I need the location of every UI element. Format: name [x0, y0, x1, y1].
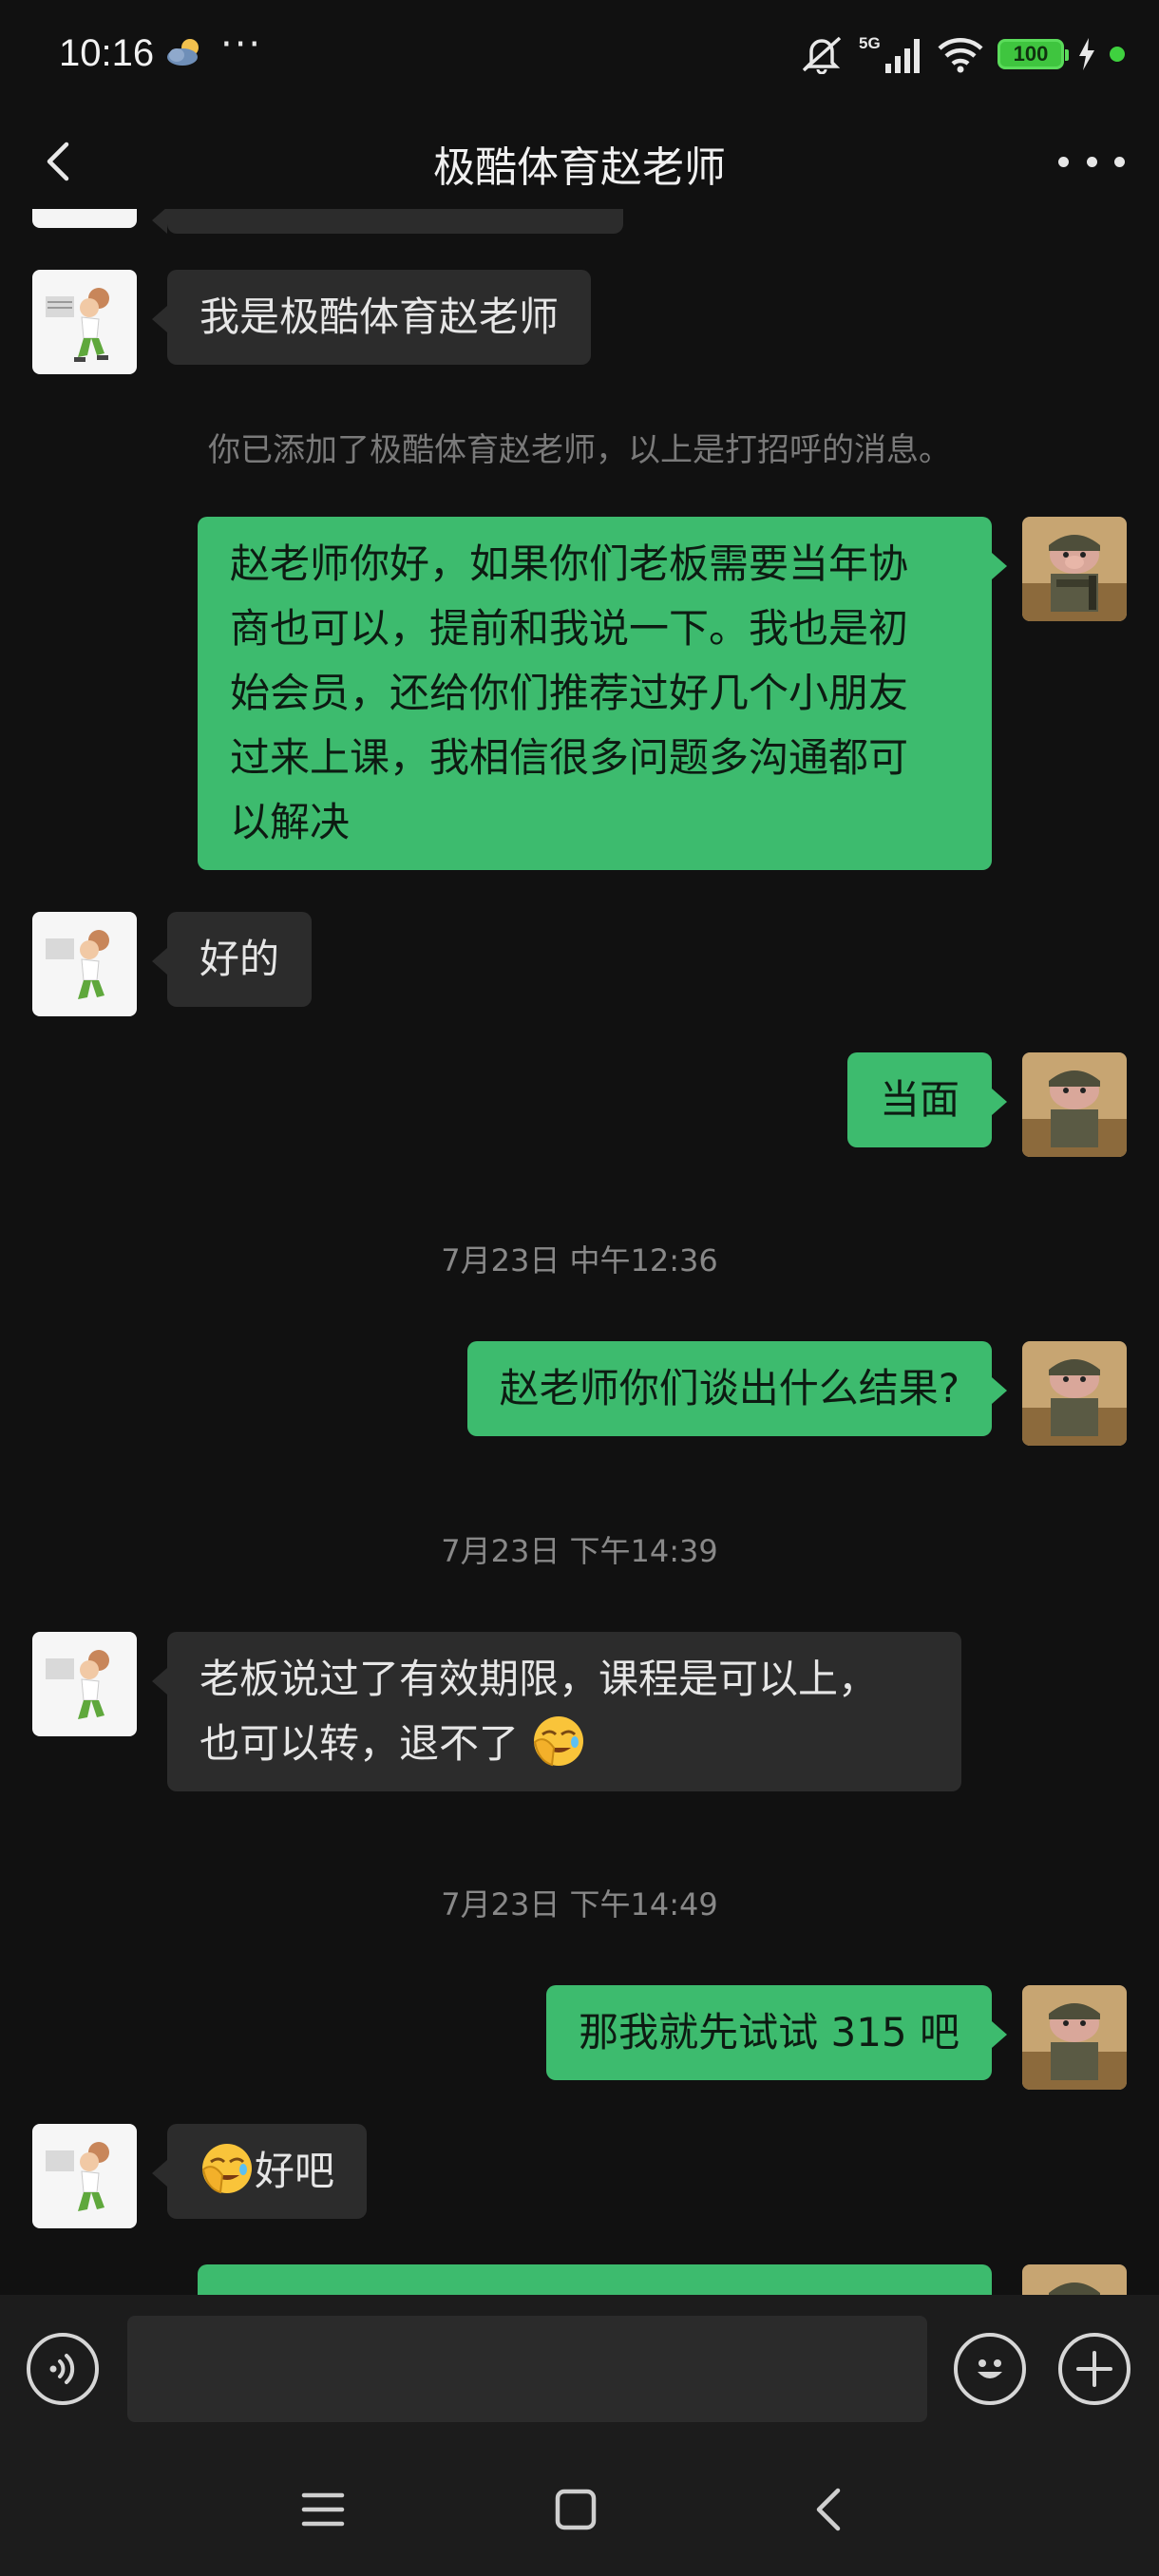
status-time: 10:16	[59, 32, 155, 74]
home-icon	[555, 2489, 597, 2530]
message-text: 好吧	[255, 2148, 335, 2194]
voice-input-button[interactable]	[27, 2333, 99, 2405]
recent-apps-button[interactable]	[294, 2481, 352, 2538]
network-type: 5G	[859, 34, 881, 52]
wifi-icon	[937, 35, 984, 73]
message-bubble-partial[interactable]	[198, 2264, 992, 2295]
more-actions-button[interactable]	[1058, 2333, 1130, 2405]
facepalm-emoji	[201, 2144, 252, 2194]
status-bar: 10:16 ··· 5G 100	[0, 0, 1159, 114]
contact-avatar[interactable]	[32, 270, 137, 374]
message-line: 赵老师你好，如果你们老板需要当年协	[230, 540, 909, 587]
back-icon	[816, 2488, 841, 2531]
message-line: 老板说过了有效期限，课程是可以上，	[200, 1656, 879, 1702]
chat-header: 极酷体育赵老师	[0, 114, 1159, 209]
system-navigation-bar	[0, 2443, 1159, 2576]
message-timestamp: 7月23日 中午12:36	[441, 1242, 718, 1279]
charging-icon	[1077, 38, 1096, 70]
message-text: 当面	[879, 1076, 960, 1123]
incoming-message[interactable]: 老板说过了有效期限，课程是可以上， 也可以转，退不了	[152, 1632, 961, 1791]
facepalm-emoji	[534, 1716, 584, 1767]
incoming-message[interactable]: 好吧	[151, 2124, 368, 2219]
my-avatar[interactable]	[1022, 517, 1127, 621]
message-list[interactable]: 我是极酷体育赵老师 你已添加了极酷体育赵老师，以上是打招呼的消息。 赵老师你好，…	[0, 209, 1159, 2295]
contact-avatar[interactable]	[32, 2124, 137, 2228]
smiley-icon	[978, 2359, 1002, 2378]
message-timestamp: 7月23日 下午14:49	[441, 1886, 718, 1923]
outgoing-message[interactable]: 赵老师你们谈出什么结果?	[466, 1341, 1008, 1436]
mute-icon	[800, 34, 844, 74]
message-text: 好的	[200, 936, 280, 982]
input-bar	[0, 2295, 1159, 2443]
my-avatar[interactable]	[1022, 1341, 1127, 1446]
voice-icon	[49, 2354, 75, 2384]
my-avatar[interactable]	[1022, 1052, 1127, 1157]
battery-level: 100	[1013, 42, 1049, 66]
notification-dots: ···	[220, 23, 263, 66]
message-input[interactable]	[127, 2316, 927, 2422]
my-avatar[interactable]	[1022, 1985, 1127, 2090]
emoji-button[interactable]	[954, 2333, 1026, 2405]
battery-icon: 100	[998, 39, 1069, 69]
privacy-indicator-dot	[1110, 47, 1125, 62]
chat-title: 极酷体育赵老师	[433, 143, 726, 192]
message-line: 以解决	[230, 799, 351, 845]
message-timestamp: 7月23日 下午14:39	[441, 1533, 718, 1569]
menu-icon	[301, 2492, 345, 2527]
more-options-button[interactable]	[1058, 135, 1125, 188]
contact-avatar[interactable]	[32, 912, 137, 1016]
message-line: 过来上课，我相信很多问题多沟通都可	[230, 734, 909, 781]
system-back-button[interactable]	[800, 2481, 857, 2538]
outgoing-message[interactable]: 当面	[846, 1052, 1008, 1147]
incoming-message[interactable]: 我是极酷体育赵老师	[151, 270, 592, 365]
weather-icon	[165, 36, 205, 68]
home-button[interactable]	[547, 2481, 604, 2538]
outgoing-message[interactable]: 那我就先试试 315 吧	[546, 1985, 1007, 2080]
contact-avatar[interactable]	[32, 1632, 137, 1736]
outgoing-message[interactable]: 赵老师你好，如果你们老板需要当年协 商也可以，提前和我说一下。我也是初 始会员，…	[198, 517, 1007, 870]
message-line: 商也可以，提前和我说一下。我也是初	[230, 605, 909, 652]
system-message: 你已添加了极酷体育赵老师，以上是打招呼的消息。	[208, 431, 951, 469]
message-text: 赵老师你们谈出什么结果?	[499, 1365, 960, 1411]
message-line: 也可以转，退不了	[200, 1720, 520, 1767]
my-avatar[interactable]	[1022, 2264, 1127, 2295]
message-text: 我是极酷体育赵老师	[200, 294, 560, 340]
more-dots-icon	[1058, 156, 1069, 167]
signal-icon: 5G	[857, 33, 923, 75]
message-text: 那我就先试试 315 吧	[579, 2009, 960, 2055]
contact-avatar[interactable]	[32, 209, 137, 228]
message-line: 始会员，还给你们推荐过好几个小朋友	[230, 670, 909, 716]
message-bubble-partial[interactable]	[152, 209, 623, 234]
plus-icon	[1076, 2351, 1112, 2387]
incoming-message[interactable]: 好的	[151, 912, 313, 1007]
